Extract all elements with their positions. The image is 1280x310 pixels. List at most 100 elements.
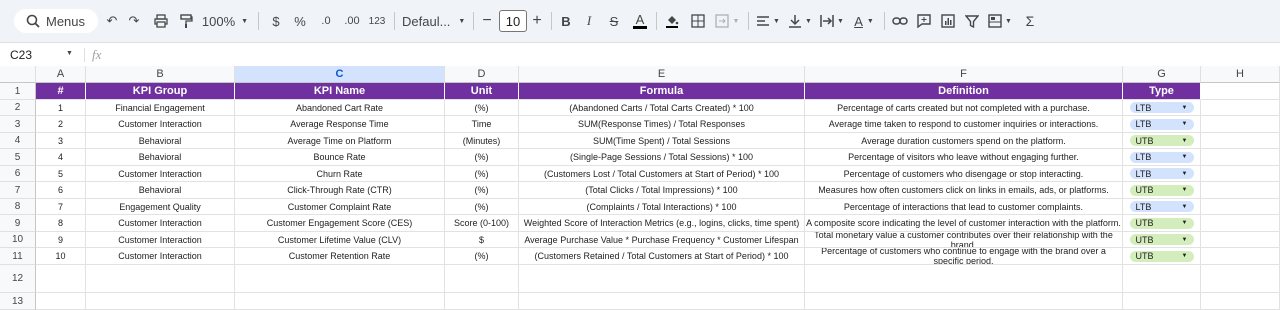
table-cell[interactable]: 7 [36, 199, 86, 215]
type-dropdown-chip[interactable]: UTB ▼ [1129, 234, 1194, 245]
table-cell[interactable]: (Total Clicks / Total Impressions) * 100 [519, 182, 805, 199]
table-cell[interactable]: Average Response Time [235, 116, 445, 133]
table-cell[interactable]: (%) [445, 100, 519, 116]
table-cell[interactable]: Time [445, 116, 519, 133]
cell[interactable] [1201, 182, 1280, 199]
type-cell[interactable]: UTB ▼ [1123, 133, 1201, 149]
italic-icon[interactable]: I [580, 9, 598, 33]
percent-format-button[interactable]: % [290, 9, 310, 33]
table-cell[interactable]: Customer Interaction [86, 215, 235, 232]
increase-font-size-button[interactable]: + [529, 9, 545, 33]
cell[interactable] [1201, 100, 1280, 116]
table-cell[interactable]: (Customers Retained / Total Customers at… [519, 248, 805, 265]
cell[interactable] [1201, 265, 1280, 293]
borders-icon[interactable] [688, 9, 708, 33]
cell[interactable] [445, 293, 519, 310]
table-cell[interactable]: Score (0-100) [445, 215, 519, 232]
decrease-font-size-button[interactable]: − [479, 9, 495, 33]
link-icon[interactable] [890, 9, 910, 33]
increase-decimal-button[interactable]: .00 [340, 9, 364, 33]
cell[interactable] [519, 265, 805, 293]
cell[interactable] [805, 293, 1123, 310]
table-header-cell[interactable]: Unit [445, 83, 519, 100]
cell[interactable] [1123, 293, 1201, 310]
undo-icon[interactable]: ↶ [102, 9, 122, 33]
table-header-cell[interactable]: # [36, 83, 86, 100]
table-cell[interactable]: 5 [36, 166, 86, 182]
cell[interactable] [1201, 215, 1280, 232]
horizontal-align-icon[interactable]: ▼ [754, 9, 782, 33]
cell[interactable] [36, 293, 86, 310]
row-header-13[interactable]: 13 [0, 293, 36, 310]
type-dropdown-chip[interactable]: UTB ▼ [1129, 250, 1194, 262]
column-header-g[interactable]: G [1123, 66, 1201, 83]
more-formats-button[interactable]: 123 [366, 9, 388, 33]
table-cell[interactable]: Behavioral [86, 182, 235, 199]
merge-cells-icon[interactable]: ▼ [712, 9, 742, 33]
comment-icon[interactable] [914, 9, 934, 33]
cell[interactable] [1201, 116, 1280, 133]
table-cell[interactable]: Percentage of interactions that lead to … [805, 199, 1123, 215]
row-header-5[interactable]: 5 [0, 149, 36, 166]
table-cell[interactable]: Percentage of customers who disengage or… [805, 166, 1123, 182]
type-cell[interactable]: LTB ▼ [1123, 149, 1201, 166]
cell[interactable] [445, 265, 519, 293]
menus-search[interactable]: Menus [14, 9, 98, 33]
row-header-11[interactable]: 11 [0, 248, 36, 265]
type-cell[interactable]: UTB ▼ [1123, 215, 1201, 232]
filter-icon[interactable] [962, 9, 982, 33]
fill-color-icon[interactable] [662, 9, 682, 33]
type-dropdown-chip[interactable]: LTB ▼ [1129, 151, 1194, 163]
row-header-12[interactable]: 12 [0, 265, 36, 293]
cell[interactable] [86, 293, 235, 310]
chart-icon[interactable] [938, 9, 958, 33]
cell[interactable] [235, 265, 445, 293]
text-wrapping-icon[interactable]: ▼ [818, 9, 846, 33]
table-header-cell[interactable]: Type [1123, 83, 1201, 100]
row-header-4[interactable]: 4 [0, 133, 36, 149]
column-header-b[interactable]: B [86, 66, 235, 83]
table-cell[interactable]: Customer Lifetime Value (CLV) [235, 232, 445, 248]
table-cell[interactable]: 6 [36, 182, 86, 199]
type-dropdown-chip[interactable]: LTB ▼ [1129, 168, 1194, 179]
table-cell[interactable]: (%) [445, 149, 519, 166]
cell[interactable] [1201, 232, 1280, 248]
functions-icon[interactable]: Σ [1020, 9, 1040, 33]
decrease-decimal-button[interactable]: .0 [314, 9, 338, 33]
bold-icon[interactable]: B [557, 9, 575, 33]
font-select[interactable]: Defaul... ▼ [402, 9, 466, 33]
table-cell[interactable]: Average time taken to respond to custome… [805, 116, 1123, 133]
table-cell[interactable]: Abandoned Cart Rate [235, 100, 445, 116]
column-header-e[interactable]: E [519, 66, 805, 83]
table-header-cell[interactable]: KPI Name [235, 83, 445, 100]
row-header-2[interactable]: 2 [0, 100, 36, 116]
table-cell[interactable]: Churn Rate [235, 166, 445, 182]
table-cell[interactable]: Behavioral [86, 133, 235, 149]
table-cell[interactable]: Average Purchase Value * Purchase Freque… [519, 232, 805, 248]
table-header-cell[interactable]: Definition [805, 83, 1123, 100]
cell[interactable] [1201, 83, 1280, 100]
table-cell[interactable]: 3 [36, 133, 86, 149]
column-header-c[interactable]: C [235, 66, 445, 83]
type-dropdown-chip[interactable]: UTB ▼ [1129, 135, 1194, 146]
cell[interactable] [36, 265, 86, 293]
type-cell[interactable]: LTB ▼ [1123, 199, 1201, 215]
table-cell[interactable]: 1 [36, 100, 86, 116]
table-cell[interactable]: Percentage of visitors who leave without… [805, 149, 1123, 166]
table-cell[interactable]: Customer Interaction [86, 166, 235, 182]
row-header-1[interactable]: 1 [0, 83, 36, 100]
table-cell[interactable]: (%) [445, 248, 519, 265]
table-cell[interactable]: 4 [36, 149, 86, 166]
table-cell[interactable]: (Abandoned Carts / Total Carts Created) … [519, 100, 805, 116]
type-cell[interactable]: LTB ▼ [1123, 116, 1201, 133]
table-cell[interactable]: (%) [445, 199, 519, 215]
row-header-9[interactable]: 9 [0, 215, 36, 232]
cell[interactable] [1201, 133, 1280, 149]
table-cell[interactable]: $ [445, 232, 519, 248]
type-dropdown-chip[interactable]: LTB ▼ [1129, 201, 1194, 212]
cell[interactable] [1201, 149, 1280, 166]
table-cell[interactable]: Percentage of carts created but not comp… [805, 100, 1123, 116]
table-header-cell[interactable]: KPI Group [86, 83, 235, 100]
text-color-icon[interactable]: A [630, 9, 650, 33]
table-cell[interactable]: (Complaints / Total Interactions) * 100 [519, 199, 805, 215]
